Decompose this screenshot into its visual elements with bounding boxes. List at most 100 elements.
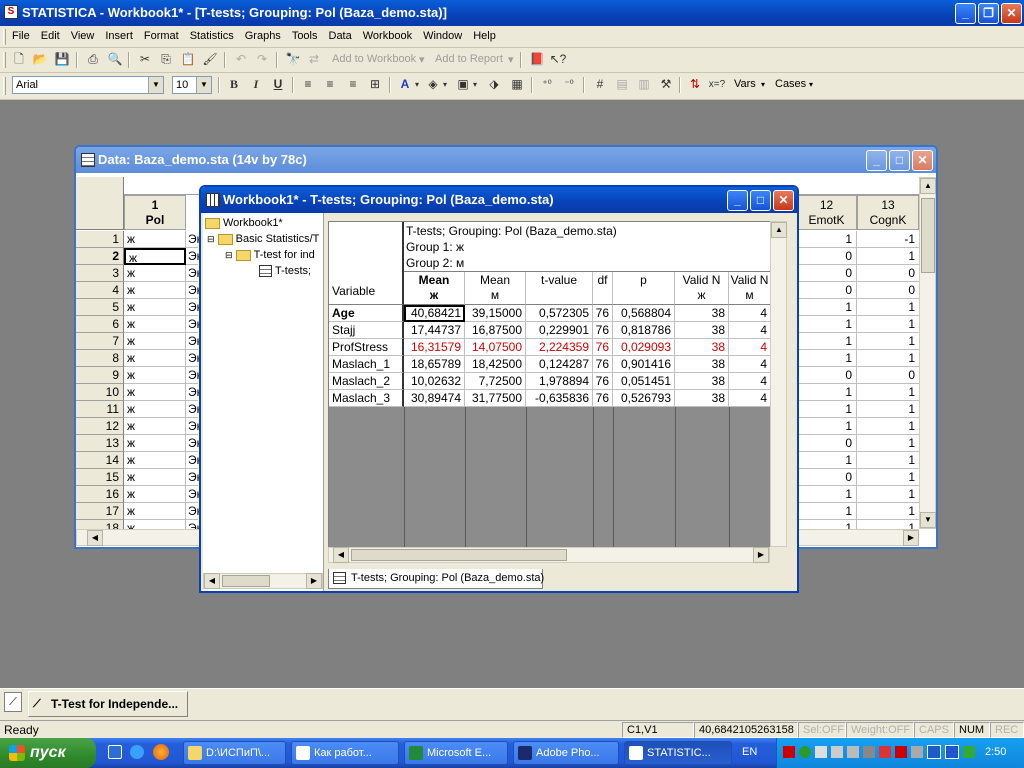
cell-cognk[interactable]: 1 [857,503,919,520]
cell-emotk[interactable]: 1 [796,350,857,367]
results-cell[interactable]: 40,68421 [404,305,465,322]
close-icon[interactable]: ✕ [912,150,933,171]
tree-horizontal-scrollbar[interactable]: ◀ ▶ [203,573,323,589]
row-number[interactable]: 15 [76,469,124,486]
results-cell[interactable]: 4 [729,373,770,390]
open-folder-icon[interactable]: 📂 [31,51,49,68]
cell-cognk[interactable]: 1 [857,486,919,503]
results-cell[interactable]: 0,229901 [526,322,593,339]
results-cell[interactable]: 38 [675,356,729,373]
tree-node-workbook[interactable]: Workbook1* [205,215,283,231]
taskbar-task-statistica[interactable]: STATISTIC... [624,741,732,765]
menu-file[interactable]: File [6,26,35,42]
results-cell[interactable]: 0,568804 [613,305,675,322]
results-cell[interactable]: 39,15000 [465,305,526,322]
cell-cognk[interactable]: 0 [857,282,919,299]
border-icon[interactable]: ▣ [454,76,472,93]
cell-cognk[interactable]: 1 [857,299,919,316]
tag-icon[interactable]: ⬗ [485,76,503,93]
row-number[interactable]: 3 [76,265,124,282]
maximize-icon[interactable]: □ [750,190,771,211]
cell-cognk[interactable]: 1 [857,316,919,333]
tray-app-icon[interactable] [895,746,907,758]
font-color-icon[interactable]: A [396,76,414,93]
results-cell[interactable]: 4 [729,356,770,373]
cell-truncated[interactable]: Эк [186,282,202,299]
results-column-header[interactable]: Mean ж [404,272,465,305]
cut-icon[interactable]: ✂ [136,51,154,68]
results-cell[interactable]: -0,635836 [526,390,593,407]
results-cell[interactable]: 0,572305 [526,305,593,322]
menu-view[interactable]: View [65,26,100,42]
toolbar-grip[interactable] [3,77,6,95]
results-cell[interactable]: 0,901416 [613,356,675,373]
scroll-down-icon[interactable]: ▼ [920,512,936,528]
undo-icon[interactable]: ↶ [232,51,250,68]
menu-edit[interactable]: Edit [35,26,65,42]
results-cell[interactable]: 4 [729,339,770,356]
cell-cognk[interactable]: 0 [857,265,919,282]
results-cell[interactable]: 76 [593,339,613,356]
variable-header[interactable]: Variable [329,222,404,305]
results-cell[interactable]: 1,978894 [526,373,593,390]
restore-icon[interactable]: ❐ [978,3,999,24]
underline-button[interactable]: U [269,76,287,93]
results-vertical-scrollbar[interactable]: ▲ [770,221,787,547]
results-column-header[interactable]: df [593,272,613,305]
scroll-right-icon[interactable]: ▶ [306,573,322,589]
sheet-tab[interactable]: T-tests; Grouping: Pol (Baza_demo.sta) [328,569,544,589]
cell-pol[interactable]: ж [124,503,186,520]
results-column-header[interactable]: Mean м [465,272,526,305]
row-number[interactable]: 7 [76,333,124,350]
align-left-icon[interactable]: ≡ [299,76,317,93]
pdf-icon[interactable] [783,746,795,758]
chevron-down-icon[interactable]: ▼ [148,77,163,93]
results-column-header[interactable]: Valid Nж [675,272,729,305]
minimized-window-ttest[interactable]: ⟋ T-Test for Independe... [28,691,188,717]
cell-truncated[interactable]: Эк [186,350,202,367]
scroll-thumb[interactable] [351,549,567,561]
cell-pol[interactable]: ж [124,435,186,452]
data-window-title-bar[interactable]: Data: Baza_demo.sta (14v by 78c) _ □ ✕ [76,147,936,173]
cell-emotk[interactable]: 0 [796,367,857,384]
results-cell[interactable]: 7,72500 [465,373,526,390]
taskbar-task-excel[interactable]: Microsoft E... [404,741,508,765]
workbook-tree[interactable]: Workbook1* ⊟ Basic Statistics/T ⊟ T-test… [203,213,324,591]
results-variable[interactable]: Maslach_1 [329,356,404,373]
results-cell[interactable]: 0,051451 [613,373,675,390]
results-cell[interactable]: 76 [593,305,613,322]
cell-truncated[interactable]: Эк [186,248,202,265]
cell-cognk[interactable]: 1 [857,333,919,350]
results-cell[interactable]: 31,77500 [465,390,526,407]
tree-node-basic-stats[interactable]: ⊟ Basic Statistics/T [207,231,319,247]
cell-emotk[interactable]: 1 [796,452,857,469]
minimize-icon[interactable]: _ [866,150,887,171]
data-vertical-scrollbar[interactable]: ▲ ▼ [919,177,936,529]
cell-emotk[interactable]: 1 [796,486,857,503]
cell-pol[interactable]: ж [124,452,186,469]
ie-icon[interactable] [130,745,144,759]
row-number[interactable]: 14 [76,452,124,469]
results-cell[interactable]: 0,818786 [613,322,675,339]
cell-emotk[interactable]: 1 [796,401,857,418]
cell-truncated[interactable]: Эк [186,486,202,503]
cases-button[interactable]: Cases [775,78,806,90]
tree-node-ttest[interactable]: ⊟ T-test for ind [225,247,315,263]
tray-app-icon[interactable] [963,746,975,758]
cell-truncated[interactable]: Эк [186,503,202,520]
cell-emotk[interactable]: 1 [796,418,857,435]
cell-pol[interactable]: ж [124,469,186,486]
results-cell[interactable]: 18,65789 [404,356,465,373]
redo-icon[interactable]: ↷ [253,51,271,68]
antivirus-icon[interactable] [879,746,891,758]
table-cut-icon[interactable]: # [591,76,609,93]
tray-app-icon[interactable] [927,745,941,759]
results-cell[interactable]: 38 [675,322,729,339]
merge-icon[interactable]: ⊞ [366,76,384,93]
cell-cognk[interactable]: 1 [857,418,919,435]
cell-emotk[interactable]: 0 [796,265,857,282]
cell-truncated[interactable]: Эк [186,316,202,333]
cell-pol[interactable]: ж [124,384,186,401]
menu-graphs[interactable]: Graphs [239,26,286,42]
menu-data[interactable]: Data [323,26,357,42]
